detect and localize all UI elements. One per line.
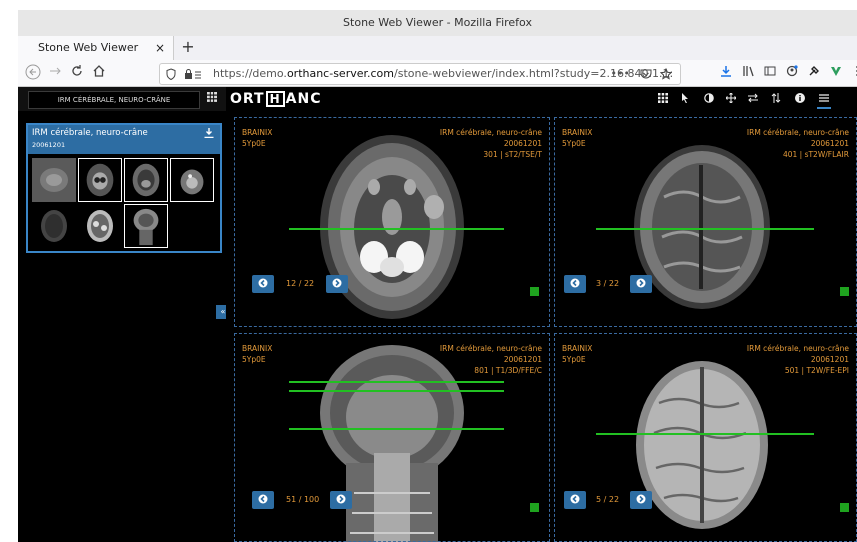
study-selector-button[interactable]: IRM CÉRÉBRALE, NEURO-CRÂNE bbox=[28, 91, 200, 109]
layout-grid-icon[interactable] bbox=[207, 92, 219, 104]
study-info: IRM cérébrale, neuro-crâne 20061201 501 | … bbox=[746, 344, 849, 375]
sidebar-toolbar: IRM CÉRÉBRALE, NEURO-CRÂNE bbox=[18, 87, 226, 111]
image-counter: 12 / 22 bbox=[286, 279, 315, 288]
status-indicator bbox=[840, 503, 849, 512]
back-icon[interactable] bbox=[24, 64, 42, 82]
reference-line bbox=[289, 390, 504, 392]
patient-info: BRAINIX 5Yp0E bbox=[562, 128, 593, 148]
reference-line bbox=[596, 433, 814, 435]
extension-account-icon[interactable] bbox=[783, 64, 801, 82]
reload-icon[interactable] bbox=[68, 64, 86, 82]
flip-vertical-icon[interactable] bbox=[769, 93, 783, 107]
study-card-title: IRM cérébrale, neuro-crâne bbox=[32, 128, 148, 138]
move-icon[interactable] bbox=[724, 92, 738, 107]
previous-image-button[interactable] bbox=[564, 275, 586, 293]
viewport-pane[interactable]: BRAINIX 5Yp0E IRM cérébrale, neuro-crâne 2… bbox=[234, 333, 550, 542]
next-image-button[interactable] bbox=[630, 275, 652, 293]
next-image-button[interactable] bbox=[330, 491, 352, 509]
download-study-icon[interactable] bbox=[204, 128, 214, 141]
reference-line bbox=[596, 228, 814, 230]
image-counter: 5 / 22 bbox=[596, 495, 620, 504]
flip-horizontal-icon[interactable] bbox=[746, 93, 760, 107]
desktop-edge bbox=[0, 0, 18, 542]
reference-line bbox=[289, 381, 504, 383]
window-title: Stone Web Viewer - Mozilla Firefox bbox=[18, 10, 857, 36]
page-actions-icon[interactable]: ••• bbox=[611, 64, 630, 84]
home-icon[interactable] bbox=[90, 64, 108, 82]
extension-tool-icon[interactable] bbox=[805, 64, 823, 82]
study-card-date: 20061201 bbox=[32, 141, 66, 149]
status-indicator bbox=[840, 287, 849, 296]
download-icon[interactable] bbox=[717, 64, 735, 82]
extension-vue-icon[interactable] bbox=[827, 64, 845, 82]
patient-info: BRAINIX 5Yp0E bbox=[562, 344, 593, 364]
viewer-toolbar: ORT H ANC bbox=[226, 87, 857, 113]
patient-info: BRAINIX 5Yp0E bbox=[242, 128, 273, 148]
url-bar[interactable]: https://demo.orthanc-server.com/stone-we… bbox=[159, 63, 681, 85]
forward-icon[interactable] bbox=[46, 64, 64, 82]
menu-overflow-icon[interactable] bbox=[849, 64, 857, 82]
shield-icon[interactable] bbox=[166, 64, 176, 84]
series-thumbnail[interactable] bbox=[170, 158, 214, 202]
study-sidebar: IRM CÉRÉBRALE, NEURO-CRÂNE IRM cérébrale… bbox=[18, 87, 230, 542]
patient-info: BRAINIX 5Yp0E bbox=[242, 344, 273, 364]
navigation-bar: https://demo.orthanc-server.com/stone-we… bbox=[18, 60, 857, 87]
previous-image-button[interactable] bbox=[564, 491, 586, 509]
reference-line bbox=[289, 428, 504, 430]
contrast-icon[interactable] bbox=[702, 93, 716, 107]
bookmark-star-icon[interactable] bbox=[659, 64, 673, 84]
study-card-header[interactable]: IRM cérébrale, neuro-crâne 20061201 bbox=[28, 125, 220, 154]
tab-strip: Stone Web Viewer × + bbox=[18, 36, 857, 61]
tab-close-icon[interactable]: × bbox=[155, 36, 165, 60]
lock-icon[interactable] bbox=[184, 64, 204, 84]
viewport-pane[interactable]: BRAINIX 5Yp0E IRM cérébrale, neuro-crâne 2… bbox=[554, 333, 857, 542]
series-thumbnail[interactable] bbox=[32, 204, 76, 248]
menu-icon[interactable] bbox=[817, 93, 831, 109]
image-counter: 51 / 100 bbox=[286, 495, 320, 504]
pointer-tool-icon[interactable] bbox=[678, 93, 692, 107]
image-counter: 3 / 22 bbox=[596, 279, 620, 288]
info-icon[interactable] bbox=[793, 93, 807, 107]
study-info: IRM cérébrale, neuro-crâne 20061201 401 | … bbox=[746, 128, 849, 159]
study-info: IRM cérébrale, neuro-crâne 20061201 801 | … bbox=[439, 344, 542, 375]
status-indicator bbox=[530, 287, 539, 296]
app-content: IRM CÉRÉBRALE, NEURO-CRÂNE IRM cérébrale… bbox=[18, 87, 857, 542]
sidebar-toggle-icon[interactable] bbox=[761, 64, 779, 82]
tab-stone-web-viewer[interactable]: Stone Web Viewer × bbox=[18, 36, 174, 60]
study-card[interactable]: IRM cérébrale, neuro-crâne 20061201 bbox=[26, 123, 222, 253]
new-tab-icon[interactable]: + bbox=[178, 36, 198, 60]
previous-image-button[interactable] bbox=[252, 491, 274, 509]
status-indicator bbox=[530, 503, 539, 512]
layout-icon[interactable] bbox=[656, 93, 670, 107]
pocket-icon[interactable] bbox=[640, 64, 652, 84]
reference-line bbox=[289, 228, 504, 230]
image-viewer: ORT H ANC BRAINIX 5Yp0E IRM cérébrale, n… bbox=[226, 87, 857, 542]
viewport-pane[interactable]: BRAINIX 5Yp0E IRM cérébrale, neuro-crâne 2… bbox=[554, 117, 857, 327]
tab-label: Stone Web Viewer bbox=[38, 41, 139, 54]
series-thumbnail[interactable] bbox=[124, 158, 168, 202]
series-thumbnail[interactable] bbox=[32, 158, 76, 202]
series-thumbnail[interactable] bbox=[78, 158, 122, 202]
series-thumbnail[interactable] bbox=[124, 204, 168, 248]
url-text: https://demo.orthanc-server.com/stone-we… bbox=[213, 67, 674, 80]
series-thumbnail[interactable] bbox=[78, 204, 122, 248]
study-info: IRM cérébrale, neuro-crâne 20061201 301 | … bbox=[439, 128, 542, 159]
next-image-button[interactable] bbox=[630, 491, 652, 509]
browser-window: Stone Web Viewer - Mozilla Firefox Stone… bbox=[18, 10, 857, 542]
next-image-button[interactable] bbox=[326, 275, 348, 293]
library-icon[interactable] bbox=[739, 64, 757, 82]
orthanc-logo: ORT H ANC bbox=[230, 91, 322, 107]
previous-image-button[interactable] bbox=[252, 275, 274, 293]
viewport-pane[interactable]: BRAINIX 5Yp0E IRM cérébrale, neuro-crâne 2… bbox=[234, 117, 550, 327]
